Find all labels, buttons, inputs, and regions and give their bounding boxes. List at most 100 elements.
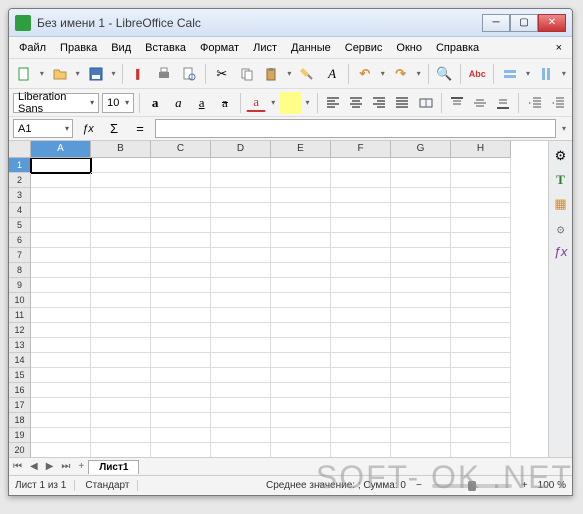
- redo-button[interactable]: ↷: [390, 63, 412, 85]
- menu-tools[interactable]: Сервис: [339, 40, 389, 56]
- cell-D8[interactable]: [211, 263, 271, 278]
- cell-C6[interactable]: [151, 233, 211, 248]
- cell-D4[interactable]: [211, 203, 271, 218]
- cell-A18[interactable]: [31, 413, 91, 428]
- cell-G10[interactable]: [391, 293, 451, 308]
- cell-A11[interactable]: [31, 308, 91, 323]
- cell-H6[interactable]: [451, 233, 511, 248]
- cell-G2[interactable]: [391, 173, 451, 188]
- cell-D19[interactable]: [211, 428, 271, 443]
- cell-F6[interactable]: [331, 233, 391, 248]
- cell-E12[interactable]: [271, 323, 331, 338]
- cell-G15[interactable]: [391, 368, 451, 383]
- row-header-4[interactable]: 4: [9, 203, 31, 218]
- cell-B17[interactable]: [91, 398, 151, 413]
- align-bottom-button[interactable]: [493, 92, 513, 114]
- menu-format[interactable]: Формат: [194, 40, 245, 56]
- cell-A7[interactable]: [31, 248, 91, 263]
- cell-D20[interactable]: [211, 443, 271, 457]
- undo-dropdown[interactable]: ▾: [379, 69, 387, 78]
- row-header-7[interactable]: 7: [9, 248, 31, 263]
- align-center-button[interactable]: [346, 92, 366, 114]
- cell-H4[interactable]: [451, 203, 511, 218]
- align-middle-button[interactable]: [470, 92, 490, 114]
- cell-A5[interactable]: [31, 218, 91, 233]
- cell-H5[interactable]: [451, 218, 511, 233]
- row-header-12[interactable]: 12: [9, 323, 31, 338]
- cell-D1[interactable]: [211, 158, 271, 173]
- row-header-1[interactable]: 1: [9, 158, 31, 173]
- cell-H20[interactable]: [451, 443, 511, 457]
- column-header-H[interactable]: H: [451, 141, 511, 158]
- highlight-dropdown[interactable]: ▾: [304, 98, 312, 107]
- zoom-out-button[interactable]: −: [416, 480, 422, 491]
- cell-C4[interactable]: [151, 203, 211, 218]
- close-doc-button[interactable]: ×: [550, 42, 568, 54]
- cell-B2[interactable]: [91, 173, 151, 188]
- cell-B13[interactable]: [91, 338, 151, 353]
- cell-E4[interactable]: [271, 203, 331, 218]
- cell-A19[interactable]: [31, 428, 91, 443]
- cell-D6[interactable]: [211, 233, 271, 248]
- cell-C11[interactable]: [151, 308, 211, 323]
- cell-C1[interactable]: [151, 158, 211, 173]
- cell-G8[interactable]: [391, 263, 451, 278]
- cell-G18[interactable]: [391, 413, 451, 428]
- cell-E17[interactable]: [271, 398, 331, 413]
- cell-F14[interactable]: [331, 353, 391, 368]
- sidebar-properties-icon[interactable]: ⚙: [552, 147, 570, 165]
- zoom-level[interactable]: 100 %: [538, 480, 566, 491]
- cell-B9[interactable]: [91, 278, 151, 293]
- new-button[interactable]: [13, 63, 35, 85]
- cell-A9[interactable]: [31, 278, 91, 293]
- insert-cols-button[interactable]: [535, 63, 557, 85]
- cell-G13[interactable]: [391, 338, 451, 353]
- font-name-combo[interactable]: Liberation Sans: [13, 93, 99, 113]
- cell-F3[interactable]: [331, 188, 391, 203]
- cell-A17[interactable]: [31, 398, 91, 413]
- cell-H8[interactable]: [451, 263, 511, 278]
- sidebar-functions-icon[interactable]: ƒx: [552, 243, 570, 261]
- cell-A13[interactable]: [31, 338, 91, 353]
- cell-G5[interactable]: [391, 218, 451, 233]
- row-header-19[interactable]: 19: [9, 428, 31, 443]
- cell-A8[interactable]: [31, 263, 91, 278]
- font-color-dropdown[interactable]: ▾: [269, 98, 277, 107]
- cell-C17[interactable]: [151, 398, 211, 413]
- cell-C5[interactable]: [151, 218, 211, 233]
- paste-dropdown[interactable]: ▾: [285, 69, 293, 78]
- cell-B3[interactable]: [91, 188, 151, 203]
- cell-E13[interactable]: [271, 338, 331, 353]
- cell-C2[interactable]: [151, 173, 211, 188]
- tab-next-button[interactable]: ▶: [42, 461, 58, 472]
- cell-H2[interactable]: [451, 173, 511, 188]
- align-justify-button[interactable]: [392, 92, 412, 114]
- cell-E2[interactable]: [271, 173, 331, 188]
- cell-A2[interactable]: [31, 173, 91, 188]
- decrease-indent-button[interactable]: [548, 92, 568, 114]
- cell-B19[interactable]: [91, 428, 151, 443]
- cell-F19[interactable]: [331, 428, 391, 443]
- function-button[interactable]: =: [129, 118, 151, 140]
- cell-A15[interactable]: [31, 368, 91, 383]
- column-header-F[interactable]: F: [331, 141, 391, 158]
- cell-C8[interactable]: [151, 263, 211, 278]
- tab-prev-button[interactable]: ◀: [26, 461, 42, 472]
- cell-E9[interactable]: [271, 278, 331, 293]
- cell-F5[interactable]: [331, 218, 391, 233]
- format-paintbrush-button[interactable]: [296, 63, 318, 85]
- bold-button[interactable]: a: [145, 92, 165, 114]
- cell-H19[interactable]: [451, 428, 511, 443]
- row-header-5[interactable]: 5: [9, 218, 31, 233]
- cell-F11[interactable]: [331, 308, 391, 323]
- formula-expand[interactable]: ▾: [560, 124, 568, 133]
- cell-F8[interactable]: [331, 263, 391, 278]
- cell-F16[interactable]: [331, 383, 391, 398]
- row-header-17[interactable]: 17: [9, 398, 31, 413]
- cell-D13[interactable]: [211, 338, 271, 353]
- zoom-slider[interactable]: [432, 484, 512, 488]
- row-header-3[interactable]: 3: [9, 188, 31, 203]
- close-button[interactable]: ✕: [538, 14, 566, 32]
- font-color-button[interactable]: a: [246, 94, 266, 112]
- align-top-button[interactable]: [447, 92, 467, 114]
